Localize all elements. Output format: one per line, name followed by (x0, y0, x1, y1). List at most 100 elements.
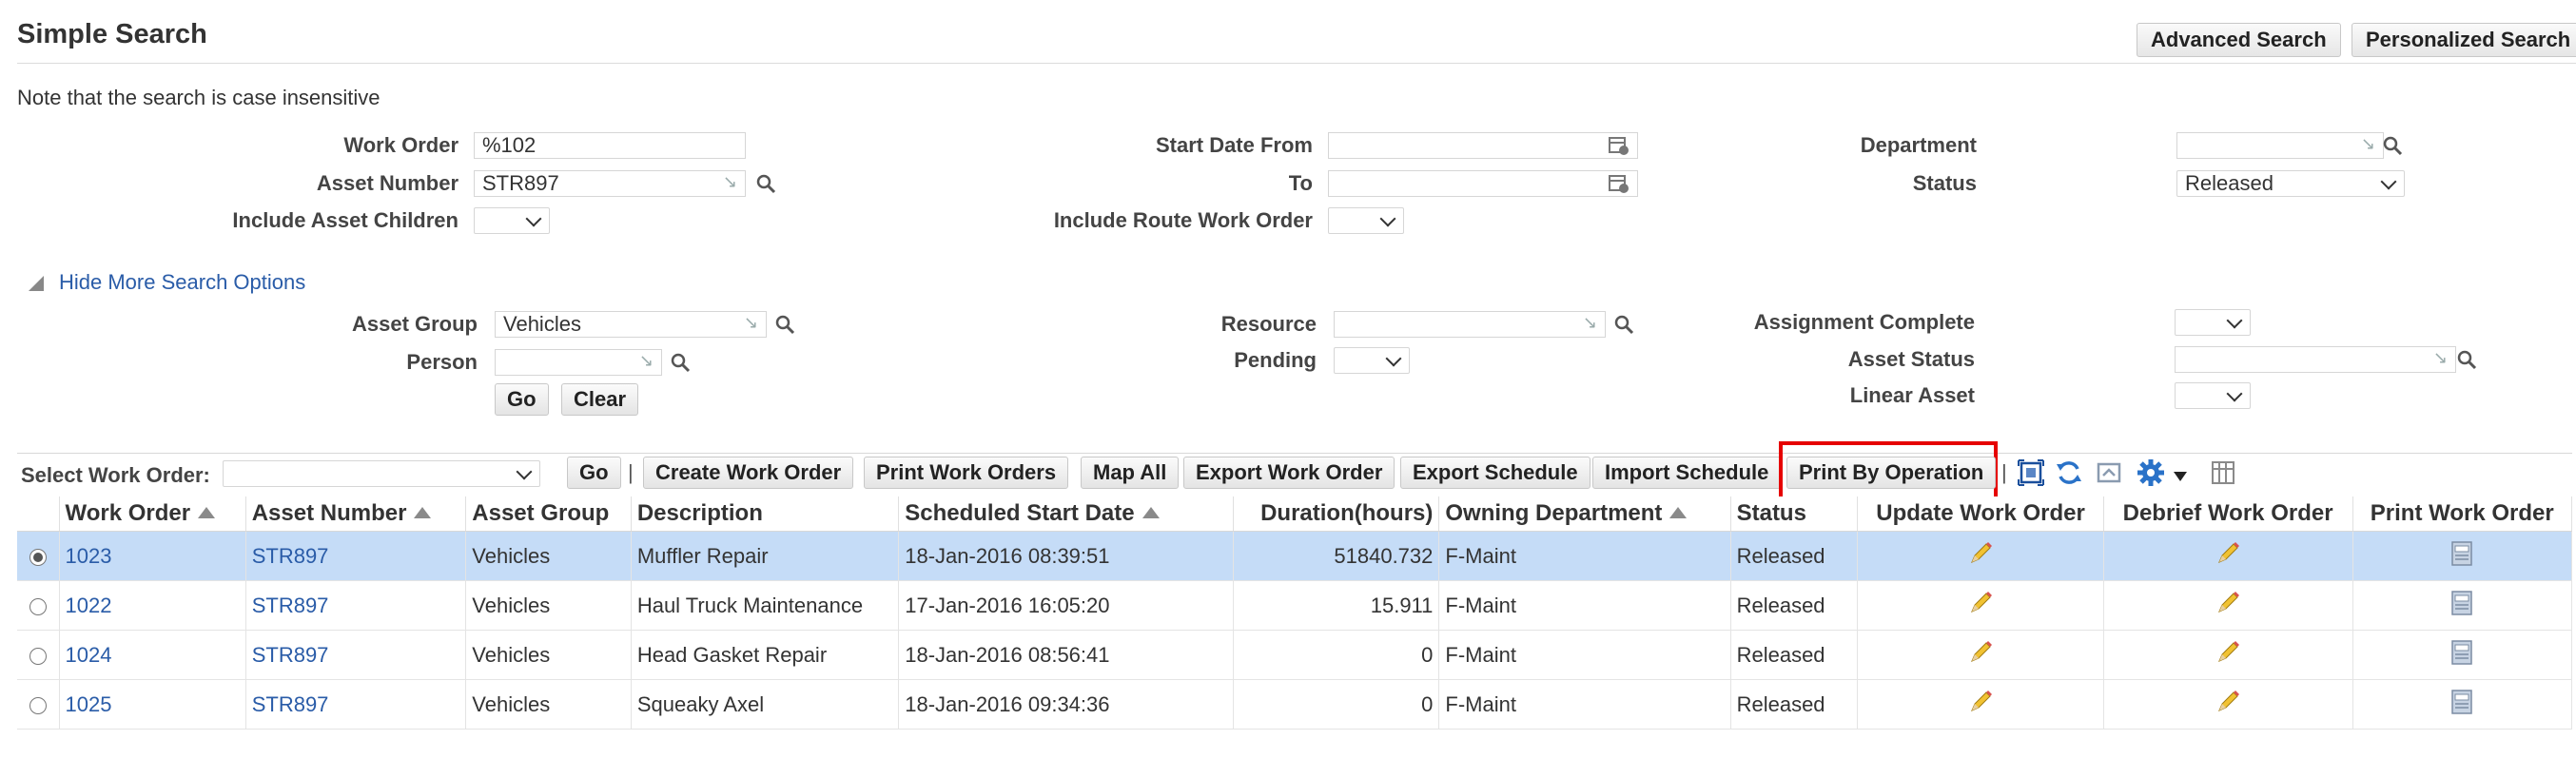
print-icon[interactable] (2449, 540, 2474, 573)
print-work-order-cell[interactable] (2352, 679, 2573, 730)
assignment-complete-select[interactable] (2175, 309, 2251, 336)
search-icon[interactable] (2382, 135, 2403, 156)
print-icon[interactable] (2449, 590, 2474, 622)
include-asset-children-select[interactable] (474, 207, 550, 234)
export-work-order-button[interactable]: Export Work Order (1183, 457, 1395, 489)
row-select-radio[interactable] (29, 597, 47, 615)
collapse-triangle-icon[interactable] (27, 274, 46, 293)
sort-ascending-icon[interactable] (414, 506, 432, 518)
update-work-order-cell[interactable] (1857, 630, 2104, 680)
work-order-cell[interactable]: 1023 (59, 531, 246, 581)
debrief-work-order-cell[interactable] (2103, 531, 2353, 581)
print-work-order-cell[interactable] (2352, 580, 2573, 631)
column-header-work-order[interactable]: Work Order (59, 496, 246, 532)
update-work-order-cell[interactable] (1857, 580, 2104, 631)
asset-number-cell[interactable]: STR897 (245, 679, 467, 730)
asset-number-cell[interactable]: STR897 (245, 630, 467, 680)
work-order-link[interactable]: 1024 (66, 643, 112, 667)
hide-more-search-options-link[interactable]: Hide More Search Options (59, 270, 305, 295)
print-work-order-cell[interactable] (2352, 630, 2573, 680)
search-icon[interactable] (2456, 349, 2477, 370)
row-select-cell[interactable] (17, 679, 60, 730)
asset-number-link[interactable]: STR897 (252, 643, 329, 667)
work-order-cell[interactable]: 1025 (59, 679, 246, 730)
go-button[interactable]: Go (495, 383, 549, 416)
work-order-link[interactable]: 1022 (66, 594, 112, 617)
row-select-cell[interactable] (17, 531, 60, 581)
refresh-icon[interactable] (2055, 458, 2083, 487)
linear-asset-select[interactable] (2175, 382, 2251, 409)
search-icon[interactable] (755, 173, 776, 194)
edit-pencil-icon[interactable] (2214, 640, 2242, 671)
update-work-order-cell[interactable] (1857, 531, 2104, 581)
pending-select[interactable] (1334, 347, 1410, 374)
calendar-icon[interactable] (1608, 134, 1630, 157)
update-work-order-cell[interactable] (1857, 679, 2104, 730)
print-icon[interactable] (2449, 639, 2474, 671)
asset-number-cell[interactable]: STR897 (245, 531, 467, 581)
work-order-cell[interactable]: 1022 (59, 580, 246, 631)
personalized-search-button[interactable]: Personalized Search (2352, 23, 2576, 57)
edit-pencil-icon[interactable] (1966, 640, 1995, 671)
toolbar-go-button[interactable]: Go (567, 457, 621, 489)
debrief-work-order-cell[interactable] (2103, 630, 2353, 680)
print-work-orders-button[interactable]: Print Work Orders (864, 457, 1069, 489)
asset-number-link[interactable]: STR897 (252, 692, 329, 716)
detach-icon[interactable] (2017, 458, 2045, 487)
table-row[interactable]: 1024 STR897 Vehicles Head Gasket Repair 18-J… (17, 630, 2573, 680)
sort-ascending-icon[interactable] (1669, 506, 1688, 518)
table-row[interactable]: 1023 STR897 Vehicles Muffler Repair 18-Jan-2… (17, 531, 2573, 581)
sort-ascending-icon[interactable] (198, 506, 216, 518)
clear-button[interactable]: Clear (561, 383, 639, 416)
search-icon[interactable] (670, 352, 691, 373)
include-route-work-order-select[interactable] (1328, 207, 1404, 234)
freeze-icon[interactable] (2095, 458, 2123, 487)
create-work-order-button[interactable]: Create Work Order (643, 457, 854, 489)
columns-icon[interactable] (2209, 458, 2237, 487)
search-icon[interactable] (1613, 314, 1634, 335)
table-row[interactable]: 1025 STR897 Vehicles Squeaky Axel 18-Jan-201… (17, 679, 2573, 730)
column-header-owning-department[interactable]: Owning Department (1438, 496, 1731, 532)
edit-pencil-icon[interactable] (1966, 541, 1995, 573)
column-header-scheduled-start-date[interactable]: Scheduled Start Date (898, 496, 1234, 532)
row-select-radio[interactable] (29, 548, 47, 566)
row-select-radio[interactable] (29, 647, 47, 665)
status-select[interactable]: Released (2176, 170, 2405, 197)
debrief-work-order-cell[interactable] (2103, 679, 2353, 730)
row-select-radio[interactable] (29, 696, 47, 714)
column-header-asset-number[interactable]: Asset Number (245, 496, 467, 532)
select-work-order-dropdown[interactable] (223, 460, 540, 487)
print-by-operation-button[interactable]: Print By Operation (1786, 457, 1997, 489)
print-icon[interactable] (2449, 689, 2474, 721)
start-date-from-input[interactable] (1328, 132, 1638, 159)
work-order-cell[interactable]: 1024 (59, 630, 246, 680)
row-select-cell[interactable] (17, 630, 60, 680)
asset-number-input[interactable]: STR897 ↘ (474, 170, 746, 197)
export-schedule-button[interactable]: Export Schedule (1400, 457, 1590, 489)
map-all-button[interactable]: Map All (1081, 457, 1180, 489)
advanced-search-button[interactable]: Advanced Search (2137, 23, 2341, 57)
search-icon[interactable] (774, 314, 795, 335)
asset-status-input[interactable]: ↘ (2175, 346, 2456, 373)
print-work-order-cell[interactable] (2352, 531, 2573, 581)
asset-group-input[interactable]: Vehicles ↘ (495, 311, 767, 338)
edit-pencil-icon[interactable] (2214, 690, 2242, 721)
department-input[interactable]: ↘ (2176, 132, 2384, 159)
edit-pencil-icon[interactable] (2214, 591, 2242, 622)
import-schedule-button[interactable]: Import Schedule (1592, 457, 1782, 489)
resource-input[interactable]: ↘ (1334, 311, 1606, 338)
debrief-work-order-cell[interactable] (2103, 580, 2353, 631)
calendar-icon[interactable] (1608, 172, 1630, 195)
row-select-cell[interactable] (17, 580, 60, 631)
sort-ascending-icon[interactable] (1142, 506, 1160, 518)
person-input[interactable]: ↘ (495, 349, 662, 376)
work-order-link[interactable]: 1023 (66, 544, 112, 568)
caret-down-icon[interactable] (2173, 468, 2188, 483)
edit-pencil-icon[interactable] (2214, 541, 2242, 573)
edit-pencil-icon[interactable] (1966, 690, 1995, 721)
asset-number-link[interactable]: STR897 (252, 594, 329, 617)
work-order-link[interactable]: 1025 (66, 692, 112, 716)
asset-number-cell[interactable]: STR897 (245, 580, 467, 631)
work-order-input[interactable]: %102 (474, 132, 746, 159)
to-date-input[interactable] (1328, 170, 1638, 197)
